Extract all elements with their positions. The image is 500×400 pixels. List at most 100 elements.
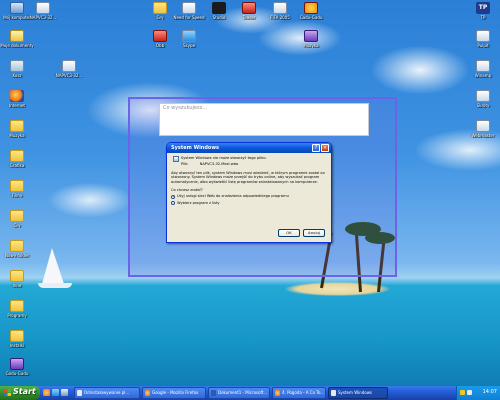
app-icon (182, 30, 196, 42)
tray-icon[interactable] (460, 390, 465, 395)
desktop-icon-other[interactable]: Inne (0, 270, 34, 288)
desktop-icon-napvc3-file[interactable]: NAPVC3-32... (52, 60, 86, 78)
dialog-title: System Windows (171, 145, 219, 151)
app-icon (476, 120, 490, 132)
app-icon (10, 358, 24, 370)
desktop-icon-recycle-bin[interactable]: Kosz (0, 60, 34, 78)
app-icon (476, 30, 490, 42)
desktop-icon-music-top[interactable]: Muzyka (294, 30, 328, 48)
system-tray: 14:07 (456, 386, 500, 400)
dialog-title-bar[interactable]: System Windows ? × (167, 143, 331, 153)
dialog-message: System Windows nie może otworzyć tego pl… (181, 156, 267, 160)
firefox-icon (145, 390, 150, 396)
taskbar-item-uninstall[interactable]: Odinstalowywanie pl... (74, 387, 140, 399)
option-choose-program[interactable]: Wybierz program z listy (171, 200, 327, 206)
taskbar-item-word[interactable]: Dokument1 - Microsoft... (208, 387, 270, 399)
desktop-icon-gg[interactable]: Gadu-Gadu (294, 2, 328, 20)
desktop-icon-games[interactable]: Gry (0, 210, 34, 228)
close-button[interactable]: × (321, 144, 329, 152)
search-input[interactable]: Co wyszukujesz... (159, 103, 369, 136)
sun-icon (304, 2, 318, 14)
radio-button[interactable] (171, 201, 175, 206)
folder-icon (10, 210, 24, 222)
desktop-icon-music[interactable]: Muzyka (0, 120, 34, 138)
red-icon (153, 30, 167, 42)
folder-icon (153, 2, 167, 14)
desktop-icon-pulpit[interactable]: Pulpit (466, 30, 500, 48)
tp-icon: TP (476, 2, 490, 14)
app-icon (273, 2, 287, 14)
quick-launch-ie-icon[interactable] (52, 389, 59, 396)
desktop-icon-skroty[interactable]: Skróty (466, 90, 500, 108)
radio-button-selected[interactable] (171, 194, 175, 199)
computer-icon (10, 2, 24, 14)
firefox-icon (275, 390, 280, 396)
taskbar-item-weather[interactable]: 4. Pogoda - A Co To... (272, 387, 326, 399)
taskbar-item-system-windows[interactable]: System Windows (328, 387, 388, 399)
option-label: Wybierz program z listy (177, 200, 220, 205)
desktop-icon-teaser[interactable]: Teaser (232, 2, 266, 20)
firefox-icon (10, 90, 24, 102)
desktop-background: Mój komputer Moje dokumenty Kosz Interne… (0, 0, 500, 386)
clock[interactable]: 14:07 (483, 389, 497, 395)
desktop-icon-studio[interactable]: Studio (202, 2, 236, 20)
windows-icon (173, 156, 179, 162)
option-web-service[interactable]: Użyj usługi sieci Web do znalezienia odp… (171, 194, 327, 199)
dialog-explanation: Aby otworzyć ten plik, system Windows mu… (171, 170, 325, 184)
folder-icon (10, 180, 24, 192)
recycle-bin-icon (10, 60, 24, 72)
desktop-icon-skype[interactable]: Skype (172, 30, 206, 48)
file-row: Plik: NAPVC3-32-Mezi.wba (171, 162, 327, 166)
desktop-icon-tp[interactable]: TP TP (466, 2, 500, 20)
folder-icon (10, 150, 24, 162)
file-name: NAPVC3-32-Mezi.wba (199, 162, 239, 167)
desktop-icon-my-documents[interactable]: Moje dokumenty (0, 30, 34, 48)
desktop-icon-programs[interactable]: Programy (0, 300, 34, 318)
dialog-question: Co chcesz zrobić? (171, 188, 203, 193)
desktop-icon-webmaster[interactable]: Webmaster (466, 120, 500, 138)
island (285, 282, 390, 296)
app-icon (476, 60, 490, 72)
volume-icon[interactable] (467, 390, 472, 395)
dialog-body: System Windows nie może otworzyć tego pl… (171, 156, 327, 206)
desktop-icon-internet[interactable]: Internet (0, 90, 34, 108)
start-label: Start (13, 387, 36, 396)
sailboat-hull (38, 283, 72, 288)
taskbar-item-firefox[interactable]: Google - Mozilla Firefox (142, 387, 206, 399)
folder-icon (10, 30, 24, 42)
folder-icon (10, 120, 24, 132)
desktop-icon-nfs[interactable]: Need for Speed (172, 2, 206, 20)
app-icon (182, 2, 196, 14)
quick-launch-firefox-icon[interactable] (43, 389, 50, 396)
cancel-button[interactable]: Anuluj (303, 229, 325, 237)
desktop-icon-new-folder[interactable]: Nowy folder (0, 240, 34, 258)
windows-logo-icon (4, 389, 11, 396)
windows-icon (331, 390, 336, 396)
desktop-icon-gadu-gadu[interactable]: Gadu-Gadu (0, 358, 34, 376)
help-button[interactable]: ? (312, 144, 320, 152)
folder-icon (10, 330, 24, 342)
ok-button[interactable]: OK (278, 229, 300, 237)
star-icon (212, 2, 226, 14)
app-icon (476, 90, 490, 102)
folder-icon (10, 240, 24, 252)
system-windows-dialog: System Windows ? × System Windows nie mo… (166, 142, 332, 243)
taskbar: Start Odinstalowywanie pl... Google - Mo… (0, 386, 500, 400)
desktop-icon-graphics[interactable]: Grafika (0, 150, 34, 168)
file-label: Plik: (181, 162, 189, 167)
desktop-icon-napvc3[interactable]: NAPVC3-32... (26, 2, 60, 20)
desktop-icon-installs[interactable]: Instalki (0, 330, 34, 348)
purple-icon (304, 30, 318, 42)
dialog-buttons: OK Anuluj (278, 229, 325, 237)
desktop-icon-fifa[interactable]: FIFA 2005 (263, 2, 297, 20)
desktop-icon-winamp[interactable]: Winamp (466, 60, 500, 78)
option-label: Użyj usługi sieci Web do znalezienia odp… (177, 194, 289, 199)
start-button[interactable]: Start (0, 386, 40, 400)
red-icon (242, 2, 256, 14)
sailboat (42, 248, 64, 284)
app-icon (77, 390, 82, 396)
word-icon (211, 390, 216, 396)
quick-launch-desktop-icon[interactable] (61, 389, 68, 396)
desktop-icon-movies[interactable]: Filmy (0, 180, 34, 198)
app-icon (36, 2, 50, 14)
